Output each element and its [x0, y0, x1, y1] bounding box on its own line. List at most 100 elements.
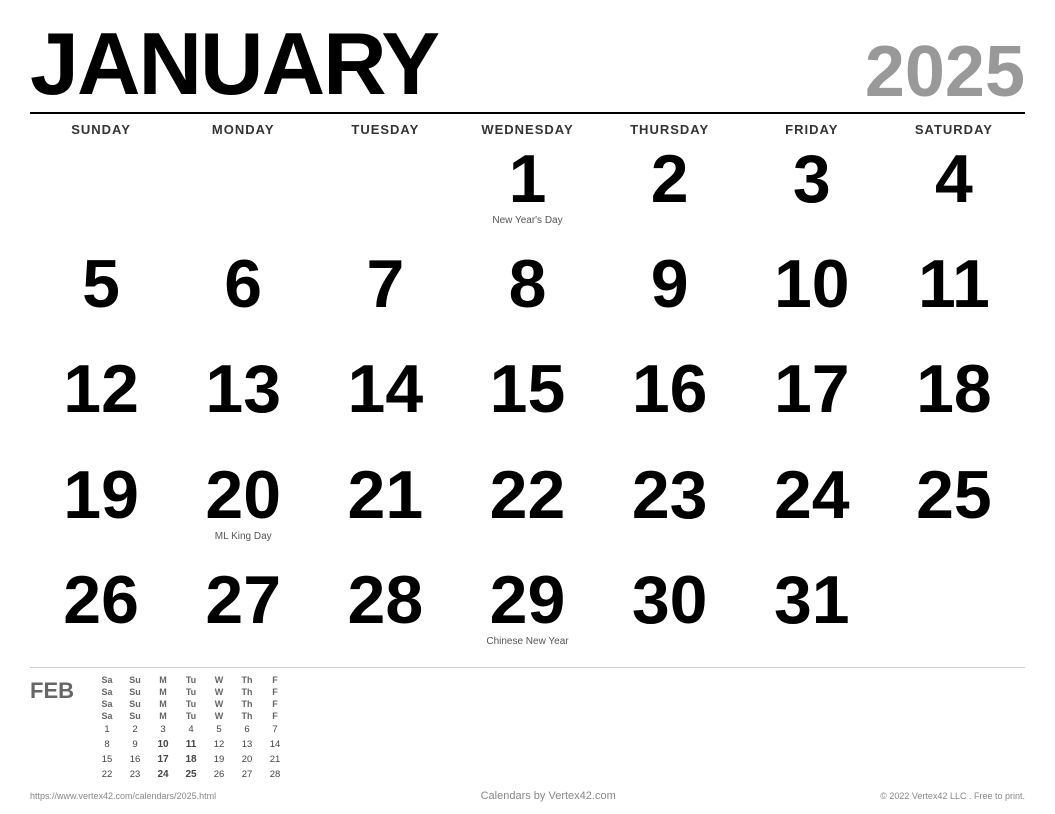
day-number: 16 [632, 355, 708, 423]
mini-day-number: 5 [205, 722, 233, 737]
day-number: 2 [651, 145, 689, 213]
day-name: WEDNESDAY [456, 116, 598, 141]
mini-day-number: 12 [205, 737, 233, 752]
mini-day-number: 16 [121, 752, 149, 767]
mini-day-name: Th [233, 686, 261, 698]
day-number: 25 [916, 461, 992, 529]
cal-cell: 7 [314, 246, 456, 351]
cal-cell: 2 [599, 141, 741, 246]
mini-day-number: 8 [93, 737, 121, 752]
cal-cell [30, 141, 172, 246]
cal-cell: 22 [456, 457, 598, 562]
mini-day-name: Su [121, 686, 149, 698]
cal-cell: 3 [741, 141, 883, 246]
day-name: TUESDAY [314, 116, 456, 141]
mini-day-name: Su [121, 710, 149, 722]
mini-day-name: Th [233, 710, 261, 722]
footer-center: Calendars by Vertex42.com [481, 790, 616, 802]
mini-day-name: F [261, 686, 289, 698]
mini-day-number: 15 [93, 752, 121, 767]
cal-cell: 31 [741, 562, 883, 667]
day-number: 26 [63, 566, 139, 634]
day-number: 15 [490, 355, 566, 423]
mini-day-number: 26 [205, 767, 233, 782]
cal-cell: 5 [30, 246, 172, 351]
holiday-label: ML King Day [215, 531, 272, 542]
cal-cell: 6 [172, 246, 314, 351]
day-number: 31 [774, 566, 850, 634]
cal-cell: 19 [30, 457, 172, 562]
mini-day-number: 1 [93, 722, 121, 737]
mini-day-number: 24 [149, 767, 177, 782]
footer-copyright: © 2022 Vertex42 LLC . Free to print. [880, 791, 1025, 801]
day-number: 28 [348, 566, 424, 634]
year-title: 2025 [865, 36, 1025, 108]
cal-cell: 16 [599, 351, 741, 456]
cal-cell: 28 [314, 562, 456, 667]
day-number: 20 [205, 461, 281, 529]
day-number: 19 [63, 461, 139, 529]
mini-day-number: 18 [177, 752, 205, 767]
day-number: 8 [509, 250, 547, 318]
day-number: 5 [82, 250, 120, 318]
mini-day-name: Tu [177, 686, 205, 698]
calendar-grid: 1New Year's Day2345678910111213141516171… [30, 141, 1025, 667]
header-divider [30, 112, 1025, 114]
mini-day-number: 22 [93, 767, 121, 782]
mini-day-name: W [205, 686, 233, 698]
mini-day-number: 28 [261, 767, 289, 782]
day-number: 1 [509, 145, 547, 213]
mini-day-number: 19 [205, 752, 233, 767]
cal-cell: 8 [456, 246, 598, 351]
cal-cell [883, 562, 1025, 667]
cal-cell: 24 [741, 457, 883, 562]
mini-day-number: 11 [177, 737, 205, 752]
days-header: SUNDAYMONDAYTUESDAYWEDNESDAYTHURSDAYFRID… [30, 116, 1025, 141]
footer-url: https://www.vertex42.com/calendars/2025.… [30, 791, 216, 801]
mini-day-number: 2 [121, 722, 149, 737]
cal-cell [172, 141, 314, 246]
mini-day-number: 17 [149, 752, 177, 767]
cal-cell: 26 [30, 562, 172, 667]
mini-day-name: M [149, 686, 177, 698]
day-number: 14 [348, 355, 424, 423]
mini-day-name: M [149, 710, 177, 722]
day-name: SATURDAY [883, 116, 1025, 141]
mini-day-name: Sa [93, 674, 121, 686]
mini-day-number: 10 [149, 737, 177, 752]
cal-cell: 29Chinese New Year [456, 562, 598, 667]
day-number: 23 [632, 461, 708, 529]
mini-day-name: Tu [177, 710, 205, 722]
mini-day-name: Sa [93, 698, 121, 710]
mini-day-name: F [261, 698, 289, 710]
mini-grid: SaSuMTuWThFSaSuMTuWThFSaSuMTuWThFSaSuMTu… [93, 674, 1025, 782]
mini-day-name: Th [233, 698, 261, 710]
header-row: JANUARY 2025 [30, 20, 1025, 108]
mini-day-number: 14 [261, 737, 289, 752]
footer-row: https://www.vertex42.com/calendars/2025.… [30, 786, 1025, 804]
day-name: SUNDAY [30, 116, 172, 141]
cal-cell: 11 [883, 246, 1025, 351]
mini-day-name: F [261, 674, 289, 686]
mini-day-number: 21 [261, 752, 289, 767]
day-number: 3 [793, 145, 831, 213]
mini-day-number: 27 [233, 767, 261, 782]
day-number: 7 [366, 250, 404, 318]
mini-day-number: 7 [261, 722, 289, 737]
mini-day-number: 4 [177, 722, 205, 737]
cal-cell: 10 [741, 246, 883, 351]
day-number: 9 [651, 250, 689, 318]
mini-month-label: FEB [30, 674, 85, 704]
day-number: 18 [916, 355, 992, 423]
cal-cell: 23 [599, 457, 741, 562]
day-number: 22 [490, 461, 566, 529]
day-number: 29 [490, 566, 566, 634]
day-number: 30 [632, 566, 708, 634]
cal-cell: 25 [883, 457, 1025, 562]
mini-day-name: Su [121, 674, 149, 686]
mini-day-name: Th [233, 674, 261, 686]
day-number: 12 [63, 355, 139, 423]
cal-cell: 4 [883, 141, 1025, 246]
mini-day-number: 20 [233, 752, 261, 767]
day-number: 21 [348, 461, 424, 529]
